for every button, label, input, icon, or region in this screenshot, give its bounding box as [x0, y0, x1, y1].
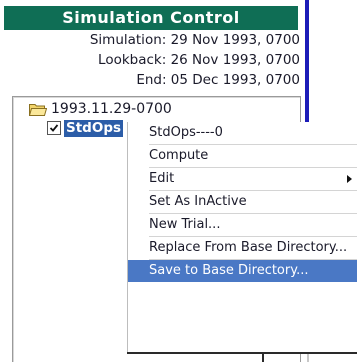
- simulation-time-label: Simulation: 29 Nov 1993, 0700: [89, 32, 300, 48]
- menu-item-header: StdOps----0: [128, 122, 357, 144]
- menu-item-replace-from-base[interactable]: Replace From Base Directory...: [128, 237, 357, 259]
- menu-item-label: New Trial...: [149, 217, 221, 232]
- folder-open-icon: [28, 102, 48, 116]
- menu-item-label: Set As InActive: [149, 194, 247, 209]
- menu-item-label: StdOps----0: [149, 125, 223, 140]
- menu-bottom-tick: [262, 352, 264, 362]
- menu-item-label: Edit: [149, 171, 175, 186]
- context-menu: StdOps----0 Compute Edit Set As InActive…: [127, 122, 357, 354]
- menu-item-set-inactive[interactable]: Set As InActive: [128, 191, 357, 213]
- menu-item-save-to-base[interactable]: Save to Base Directory...: [128, 260, 357, 282]
- checkmark-icon: [49, 124, 59, 132]
- submenu-arrow-icon: [347, 175, 352, 183]
- tree-root-label: 1993.11.29-0700: [51, 101, 172, 117]
- simulation-window: Simulation Control Simulation: 29 Nov 19…: [0, 0, 357, 362]
- menu-item-label: Compute: [149, 148, 209, 163]
- simulation-control-title: Simulation Control: [4, 6, 298, 30]
- end-time-label: End: 05 Dec 1993, 0700: [136, 72, 300, 88]
- tree-child-node[interactable]: StdOps: [47, 119, 124, 137]
- menu-item-label: Save to Base Directory...: [149, 263, 309, 278]
- menu-item-label: Replace From Base Directory...: [149, 240, 348, 255]
- tree-child-label[interactable]: StdOps: [64, 119, 124, 137]
- menu-bottom-edge: [127, 352, 357, 354]
- menu-item-compute[interactable]: Compute: [128, 145, 357, 167]
- menu-item-new-trial[interactable]: New Trial...: [128, 214, 357, 236]
- lookback-time-label: Lookback: 26 Nov 1993, 0700: [98, 52, 300, 68]
- menu-item-edit[interactable]: Edit: [128, 168, 357, 190]
- tree-root-node[interactable]: 1993.11.29-0700: [28, 100, 172, 118]
- node-checkbox[interactable]: [47, 121, 61, 135]
